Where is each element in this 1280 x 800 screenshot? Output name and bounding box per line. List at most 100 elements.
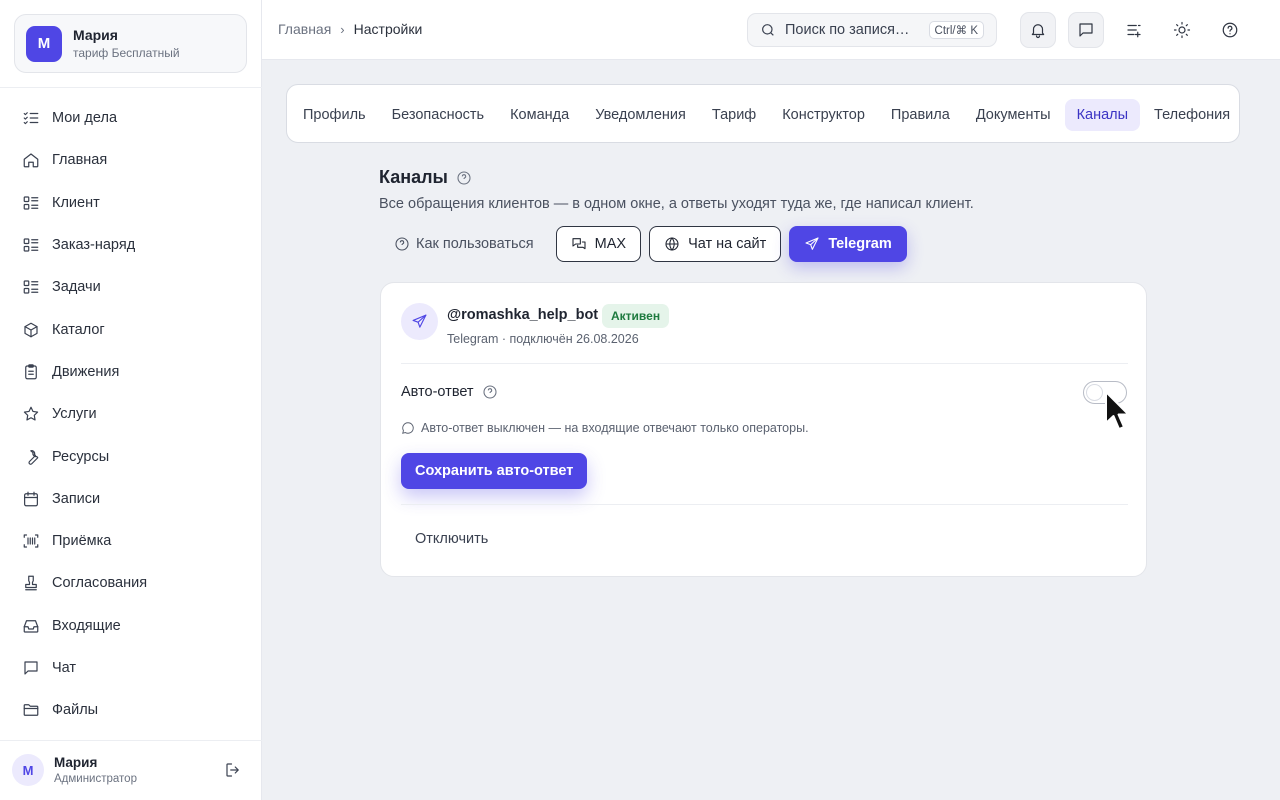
sidebar-item-inbox[interactable]: Входящие bbox=[0, 605, 262, 647]
message-icon bbox=[1079, 23, 1093, 37]
sidebar-item-records[interactable]: Записи bbox=[0, 478, 262, 520]
tab-rules[interactable]: Правила bbox=[879, 99, 962, 131]
auto-reply-label: Авто-ответ bbox=[401, 384, 474, 400]
account-switcher[interactable]: М Мария тариф Бесплатный bbox=[14, 14, 247, 73]
task-list-button[interactable] bbox=[1116, 12, 1152, 48]
list-add-icon bbox=[1127, 24, 1141, 38]
list-icon bbox=[23, 196, 39, 210]
user-profile[interactable]: М Мария Администратор bbox=[12, 754, 137, 786]
channel-site-chat-button[interactable]: Чат на сайт bbox=[649, 226, 782, 262]
bell-icon bbox=[1031, 24, 1045, 39]
auto-reply-note: Авто-ответ выключен — на входящие отвеча… bbox=[401, 421, 809, 435]
toggle-knob bbox=[1087, 385, 1102, 400]
tab-security[interactable]: Безопасность bbox=[380, 99, 497, 131]
disconnect-button[interactable]: Отключить bbox=[415, 531, 488, 547]
message-circle-icon bbox=[402, 422, 414, 434]
status-badge: Активен bbox=[602, 304, 670, 328]
sidebar-item-label: Каталог bbox=[52, 321, 105, 338]
tabs-strip: Профиль Безопасность Команда Уведомления… bbox=[291, 99, 1239, 131]
tab-builder[interactable]: Конструктор bbox=[770, 99, 877, 131]
sidebar-item-chat[interactable]: Чат bbox=[0, 647, 262, 689]
tab-telephony[interactable]: Телефония bbox=[1142, 99, 1239, 131]
sun-icon bbox=[1173, 21, 1191, 39]
bot-meta: Telegram · подключён 26.08.2026 bbox=[447, 332, 639, 346]
sidebar-item-client[interactable]: Клиент bbox=[0, 182, 262, 224]
bot-avatar bbox=[401, 303, 438, 340]
breadcrumb-home-link[interactable]: Главная bbox=[278, 21, 331, 37]
theme-toggle-button[interactable] bbox=[1164, 12, 1200, 48]
sidebar-item-services[interactable]: Услуги bbox=[0, 393, 262, 435]
sidebar-divider bbox=[0, 740, 262, 741]
user-info: Мария Администратор bbox=[54, 755, 137, 785]
tab-team[interactable]: Команда bbox=[498, 99, 581, 131]
tab-channels[interactable]: Каналы bbox=[1064, 99, 1141, 131]
home-icon bbox=[23, 153, 39, 168]
sidebar-item-label: Входящие bbox=[52, 617, 121, 634]
channel-max-label: MAX bbox=[594, 236, 627, 252]
tab-documents[interactable]: Документы bbox=[964, 99, 1063, 131]
page-description: Все обращения клиентов — в одном окне, а… bbox=[379, 196, 974, 212]
page-title: Каналы bbox=[379, 167, 448, 187]
mouse-cursor-icon bbox=[1105, 391, 1130, 430]
help-circle-icon[interactable] bbox=[456, 170, 472, 186]
channel-switcher: Как пользоваться MAX Чат на сайт Telegra… bbox=[380, 226, 907, 262]
help-circle-icon[interactable] bbox=[482, 384, 498, 400]
channel-max-button[interactable]: MAX bbox=[555, 226, 642, 262]
scan-icon bbox=[23, 534, 39, 548]
folder-icon bbox=[23, 704, 39, 717]
sidebar-item-acceptance[interactable]: Приёмка bbox=[0, 520, 262, 562]
avatar: М bbox=[12, 754, 44, 786]
card-divider bbox=[401, 504, 1128, 505]
user-role: Администратор bbox=[54, 773, 137, 785]
list-icon bbox=[23, 280, 39, 294]
wrench-icon bbox=[28, 449, 39, 465]
telegram-channel-card: @romashka_help_bot Активен Telegram · по… bbox=[380, 282, 1147, 577]
sidebar-item-my-tasks[interactable]: Мои дела bbox=[0, 97, 262, 139]
auto-reply-label-row: Авто-ответ bbox=[401, 384, 498, 400]
sidebar-item-label: Ресурсы bbox=[52, 448, 110, 465]
sidebar-item-resources[interactable]: Ресурсы bbox=[0, 435, 262, 477]
calendar-icon bbox=[24, 491, 38, 507]
help-circle-icon bbox=[395, 237, 409, 251]
search-shortcut: Ctrl/⌘ K bbox=[928, 21, 984, 39]
clipboard-icon bbox=[25, 364, 37, 380]
sidebar-item-catalog[interactable]: Каталог bbox=[0, 308, 262, 350]
page-title-row: Каналы bbox=[379, 167, 472, 188]
box-icon bbox=[24, 322, 38, 337]
send-icon bbox=[412, 314, 427, 328]
checklist-icon bbox=[23, 112, 39, 125]
logout-button[interactable] bbox=[224, 761, 242, 779]
sidebar-nav: Мои дела Главная Клиент Заказ-наряд Зада… bbox=[0, 97, 262, 731]
channel-site-chat-label: Чат на сайт bbox=[688, 236, 767, 252]
account-plan: тариф Бесплатный bbox=[73, 46, 180, 60]
notifications-button[interactable] bbox=[1020, 12, 1056, 48]
bot-name: @romashka_help_bot bbox=[447, 307, 599, 323]
sidebar: М Мария тариф Бесплатный Мои дела Главна… bbox=[0, 0, 262, 800]
account-info: Мария тариф Бесплатный bbox=[73, 27, 180, 60]
sidebar-item-home[interactable]: Главная bbox=[0, 139, 262, 181]
sidebar-item-work-order[interactable]: Заказ-наряд bbox=[0, 224, 262, 266]
chat-bubbles-icon bbox=[572, 238, 586, 250]
topbar: Главная › Настройки Поиск по запися… Ctr… bbox=[262, 0, 1280, 60]
sidebar-item-label: Заказ-наряд bbox=[52, 237, 136, 254]
sidebar-item-tasks[interactable]: Задачи bbox=[0, 266, 262, 308]
tab-notifications[interactable]: Уведомления bbox=[583, 99, 698, 131]
send-icon bbox=[805, 237, 819, 250]
search-input[interactable]: Поиск по запися… Ctrl/⌘ K bbox=[747, 13, 997, 47]
sidebar-item-movements[interactable]: Движения bbox=[0, 351, 262, 393]
how-to-use-button[interactable]: Как пользоваться bbox=[380, 227, 548, 262]
tab-profile[interactable]: Профиль bbox=[291, 99, 378, 131]
help-icon bbox=[1222, 22, 1238, 38]
sidebar-item-approvals[interactable]: Согласования bbox=[0, 562, 262, 604]
sidebar-item-files[interactable]: Файлы bbox=[0, 689, 262, 731]
channel-telegram-button[interactable]: Telegram bbox=[789, 226, 907, 262]
help-button[interactable] bbox=[1212, 12, 1248, 48]
sidebar-item-label: Согласования bbox=[52, 575, 148, 592]
tab-plan[interactable]: Тариф bbox=[700, 99, 768, 131]
list-icon bbox=[23, 238, 39, 252]
messages-button[interactable] bbox=[1068, 12, 1104, 48]
save-auto-reply-button[interactable]: Сохранить авто-ответ bbox=[401, 453, 588, 489]
breadcrumb: Главная › Настройки bbox=[278, 21, 422, 37]
sidebar-item-label: Движения bbox=[52, 363, 120, 380]
sidebar-item-label: Главная bbox=[52, 152, 108, 169]
